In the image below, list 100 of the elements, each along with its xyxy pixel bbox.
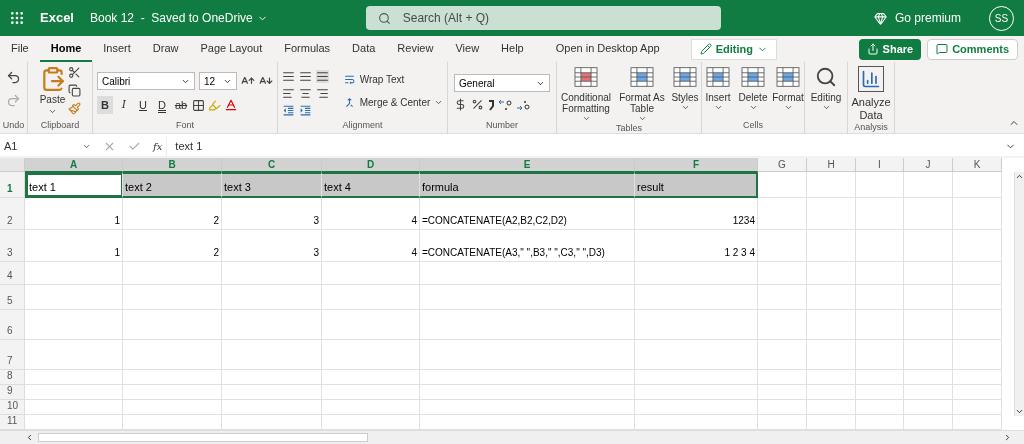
table-cell[interactable] — [807, 198, 856, 230]
table-cell[interactable] — [25, 340, 123, 370]
table-cell[interactable] — [25, 310, 123, 340]
search-field[interactable]: Search (Alt + Q) — [402, 9, 709, 27]
table-cell[interactable] — [322, 385, 420, 400]
table-cell[interactable] — [904, 400, 953, 415]
table-cell[interactable] — [807, 262, 856, 285]
menu-tab[interactable]: Data — [341, 36, 387, 62]
scroll-left-icon[interactable] — [25, 433, 34, 442]
table-cell[interactable] — [953, 230, 1002, 262]
table-cell[interactable] — [123, 262, 222, 285]
table-cell[interactable] — [953, 370, 1002, 385]
column-header[interactable]: G — [758, 158, 807, 172]
horizontal-scrollbar[interactable] — [0, 430, 1024, 444]
table-cell[interactable] — [635, 370, 758, 385]
table-cell[interactable] — [222, 370, 322, 385]
table-cell[interactable] — [123, 400, 222, 415]
table-cell[interactable] — [807, 172, 856, 198]
text-style-button[interactable]: D — [154, 96, 170, 114]
font-name-field[interactable]: Calibri — [97, 72, 195, 90]
table-cell[interactable]: 1 — [25, 198, 123, 230]
table-cell[interactable] — [758, 198, 807, 230]
table-cell[interactable] — [856, 370, 904, 385]
table-cell[interactable] — [856, 340, 904, 370]
table-cell[interactable] — [856, 262, 904, 285]
table-cell[interactable]: 1 — [25, 230, 123, 262]
table-cell[interactable] — [953, 172, 1002, 198]
table-cell[interactable] — [123, 310, 222, 340]
share-button[interactable]: Share — [858, 38, 922, 60]
align-center-icon[interactable] — [298, 87, 312, 100]
table-cell[interactable] — [635, 262, 758, 285]
table-cell[interactable] — [904, 310, 953, 340]
table-cell[interactable] — [953, 340, 1002, 370]
borders-icon[interactable] — [192, 98, 205, 112]
menu-tab[interactable]: File — [0, 36, 40, 62]
paste-button[interactable]: Paste — [39, 66, 66, 116]
table-cell[interactable] — [635, 400, 758, 415]
table-cell[interactable] — [807, 400, 856, 415]
table-cell[interactable] — [420, 310, 635, 340]
text-style-button[interactable]: ab — [173, 96, 189, 114]
copy-icon[interactable] — [67, 84, 81, 97]
table-cell[interactable] — [758, 370, 807, 385]
ribbon-button[interactable]: Conditional Formatting — [556, 66, 616, 123]
text-style-button[interactable]: I — [116, 96, 132, 114]
decrease-decimal-icon[interactable] — [516, 98, 530, 111]
align-left-icon[interactable] — [281, 87, 295, 100]
table-cell[interactable] — [807, 370, 856, 385]
table-cell[interactable] — [25, 400, 123, 415]
indent-decrease-icon[interactable] — [281, 104, 295, 117]
font-size-field[interactable]: 12 — [199, 72, 237, 90]
table-cell[interactable] — [322, 340, 420, 370]
table-cell[interactable]: result — [635, 172, 758, 198]
scroll-right-icon[interactable] — [1003, 433, 1012, 442]
function-label[interactable]: fx — [149, 138, 167, 154]
table-cell[interactable] — [807, 385, 856, 400]
table-cell[interactable] — [222, 285, 322, 310]
name-box[interactable]: A1 — [0, 136, 95, 156]
select-all-corner[interactable] — [0, 158, 25, 172]
table-cell[interactable]: 2 — [123, 198, 222, 230]
table-cell[interactable]: 4 — [322, 230, 420, 262]
table-cell[interactable] — [856, 230, 904, 262]
premium-button[interactable]: Go premium — [873, 9, 961, 27]
table-cell[interactable] — [953, 385, 1002, 400]
table-cell[interactable] — [953, 198, 1002, 230]
menu-tab[interactable]: Open in Desktop App — [544, 36, 671, 62]
text-style-button[interactable]: B — [97, 96, 113, 114]
search-bar[interactable]: Search (Alt + Q) — [365, 6, 721, 30]
menu-tab[interactable]: Formulas — [273, 36, 342, 62]
table-cell[interactable] — [904, 172, 953, 198]
table-cell[interactable] — [856, 198, 904, 230]
column-header[interactable]: B — [123, 158, 222, 172]
ribbon-button[interactable]: Editing — [806, 66, 846, 112]
table-cell[interactable] — [222, 340, 322, 370]
table-cell[interactable] — [222, 262, 322, 285]
text-style-button[interactable]: U — [135, 96, 151, 114]
table-cell[interactable] — [25, 385, 123, 400]
table-cell[interactable] — [904, 370, 953, 385]
row-header[interactable]: 3 — [0, 230, 25, 262]
menu-tab[interactable]: View — [444, 36, 491, 62]
table-cell[interactable] — [856, 285, 904, 310]
table-cell[interactable] — [758, 262, 807, 285]
table-cell[interactable] — [123, 340, 222, 370]
table-cell[interactable] — [856, 400, 904, 415]
table-cell[interactable]: 3 — [222, 230, 322, 262]
font-color-icon[interactable] — [224, 98, 238, 112]
table-cell[interactable] — [953, 310, 1002, 340]
row-header[interactable]: 9 — [0, 385, 25, 400]
column-header[interactable]: C — [222, 158, 322, 172]
table-cell[interactable] — [856, 385, 904, 400]
scroll-down-icon[interactable] — [1015, 407, 1024, 416]
table-cell[interactable] — [758, 172, 807, 198]
table-cell[interactable] — [758, 385, 807, 400]
ribbon-button[interactable]: Delete — [736, 66, 770, 112]
table-cell[interactable] — [322, 400, 420, 415]
row-header[interactable]: 4 — [0, 262, 25, 285]
table-cell[interactable] — [904, 340, 953, 370]
table-cell[interactable]: 3 — [222, 198, 322, 230]
column-header[interactable]: A — [25, 158, 123, 172]
table-cell[interactable] — [758, 340, 807, 370]
row-header[interactable]: 8 — [0, 370, 25, 385]
